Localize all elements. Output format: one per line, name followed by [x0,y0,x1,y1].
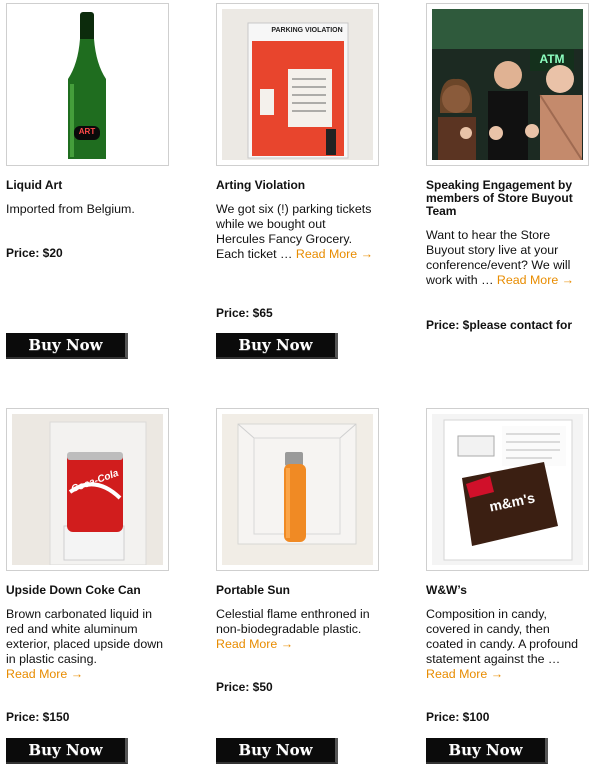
product-description: Composition in candy, covered in candy, … [426,607,586,682]
product-price: Price: $100 [426,710,490,724]
description-text: Composition in candy, covered in candy, … [426,607,579,666]
product-description: Want to hear the Store Buyout story live… [426,228,586,288]
product-image-link[interactable] [216,408,379,571]
description-text: Celestial flame enthroned in non-biodegr… [216,607,370,636]
product-card: ART Liquid Art Imported from Belgium. Pr… [6,3,174,363]
product-card: m&m's W&W’s Composition in candy, covere… [426,408,594,768]
buy-now-button[interactable]: Buy Now [216,738,338,764]
product-card: ATM Speaking Engagement by members of St… [426,3,594,363]
ticket-header-text: PARKING VIOLATION [271,27,343,34]
read-more-link[interactable]: Read More → [497,273,574,287]
product-card: Portable Sun Celestial flame enthroned i… [216,408,384,768]
buy-now-button[interactable]: Buy Now [6,333,128,359]
beer-bottle-image: ART [12,9,163,160]
product-title[interactable]: Liquid Art [6,179,174,192]
product-description: We got six (!) parking tickets while we … [216,202,376,262]
read-more-link[interactable]: Read More → [216,637,293,651]
buy-now-button[interactable]: Buy Now [426,738,548,764]
product-price: Price: $50 [216,680,273,694]
product-price: Price: $20 [6,246,63,260]
product-description: Celestial flame enthroned in non-biodegr… [216,607,376,652]
bottle-label-text: ART [78,127,96,136]
coke-can-image: Coca-Cola [12,414,163,565]
candy-wrapper-image: m&m's [432,414,583,565]
lighter-image [222,414,373,565]
product-image-link[interactable]: ATM [426,3,589,166]
description-text: Imported from Belgium. [6,202,135,216]
read-more-link[interactable]: Read More → [6,667,83,681]
parking-ticket-image: PARKING VIOLATION [222,9,373,160]
product-title[interactable]: W&W’s [426,584,594,597]
description-text: Brown carbonated liquid in red and white… [6,607,164,666]
product-title[interactable]: Speaking Engagement by members of Store … [426,179,594,218]
product-card: Coca-Cola Upside Down Coke Can Brown car… [6,408,174,768]
product-image-link[interactable]: ART [6,3,169,166]
product-price: Price: $65 [216,306,273,320]
product-image-link[interactable]: PARKING VIOLATION [216,3,379,166]
product-title[interactable]: Arting Violation [216,179,384,192]
read-more-link[interactable]: Read More → [296,247,373,261]
product-image-link[interactable]: m&m's [426,408,589,571]
product-card: PARKING VIOLATION Arting Violation We go… [216,3,384,363]
read-more-link[interactable]: Read More → [426,667,503,681]
buy-now-button[interactable]: Buy Now [216,333,338,359]
product-title[interactable]: Upside Down Coke Can [6,584,174,597]
product-price: Price: $150 [6,710,70,724]
buy-now-button[interactable]: Buy Now [6,738,128,764]
team-photo-image: ATM [432,9,583,160]
product-description: Imported from Belgium. [6,202,166,217]
product-image-link[interactable]: Coca-Cola [6,408,169,571]
atm-sign-text: ATM [539,52,565,66]
product-price: Price: $please contact for more details [426,318,573,334]
product-title[interactable]: Portable Sun [216,584,384,597]
product-description: Brown carbonated liquid in red and white… [6,607,166,682]
